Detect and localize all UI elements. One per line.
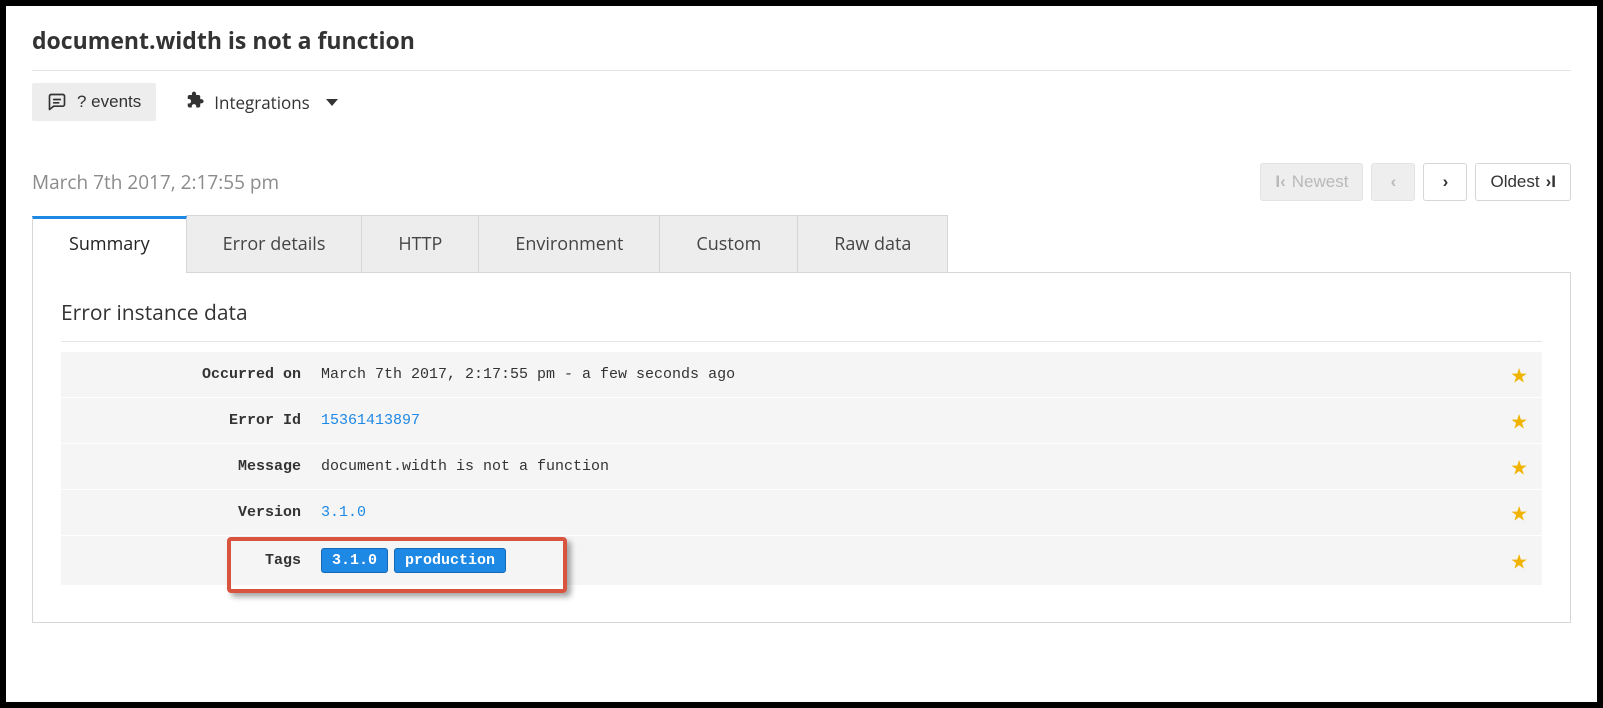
tag-pill[interactable]: production — [394, 548, 506, 573]
kv-row: Error Id15361413897★ — [61, 398, 1542, 444]
newest-button: I‹ Newest — [1260, 163, 1363, 201]
star-icon[interactable]: ★ — [1510, 361, 1528, 388]
star-icon[interactable]: ★ — [1510, 499, 1528, 526]
chat-icon — [47, 92, 67, 112]
kv-label: Occurred on — [61, 354, 321, 395]
tab-raw-data[interactable]: Raw data — [797, 215, 948, 272]
kv-list: Occurred onMarch 7th 2017, 2:17:55 pm - … — [61, 352, 1542, 586]
kv-row: Occurred onMarch 7th 2017, 2:17:55 pm - … — [61, 352, 1542, 398]
tab-custom[interactable]: Custom — [659, 215, 798, 272]
chevron-right-icon: › — [1443, 172, 1449, 192]
kv-row-tags: Tags3.1.0production★ — [61, 536, 1542, 586]
tab-summary[interactable]: Summary — [32, 216, 187, 273]
star-icon[interactable]: ★ — [1510, 547, 1528, 574]
kv-label: Message — [61, 446, 321, 487]
oldest-label: Oldest — [1490, 172, 1539, 192]
events-button[interactable]: ? events — [32, 83, 156, 121]
puzzle-icon — [184, 90, 204, 115]
chevron-down-icon — [326, 99, 338, 106]
kv-label: Error Id — [61, 400, 321, 441]
kv-row: Messagedocument.width is not a function★ — [61, 444, 1542, 490]
prev-button: ‹ — [1371, 163, 1415, 201]
kv-row: Version3.1.0★ — [61, 490, 1542, 536]
tag-pill[interactable]: 3.1.0 — [321, 548, 388, 573]
tabs: SummaryError detailsHTTPEnvironmentCusto… — [32, 215, 1571, 272]
first-icon: I‹ — [1275, 172, 1285, 192]
newest-label: Newest — [1292, 172, 1349, 192]
last-icon: ›I — [1546, 172, 1556, 192]
chevron-left-icon: ‹ — [1391, 172, 1397, 192]
events-label: ? events — [77, 92, 141, 112]
summary-panel: Error instance data Occurred onMarch 7th… — [32, 272, 1571, 623]
kv-value: March 7th 2017, 2:17:55 pm - a few secon… — [321, 354, 1542, 395]
integrations-dropdown[interactable]: Integrations — [184, 90, 338, 115]
oldest-button[interactable]: Oldest ›I — [1475, 163, 1571, 201]
timestamp: March 7th 2017, 2:17:55 pm — [32, 169, 279, 195]
toolbar: ? events Integrations — [32, 71, 1571, 131]
integrations-label: Integrations — [214, 91, 310, 114]
star-icon[interactable]: ★ — [1510, 407, 1528, 434]
kv-value: document.width is not a function — [321, 446, 1542, 487]
kv-value[interactable]: 15361413897 — [321, 400, 1542, 441]
tab-error-details[interactable]: Error details — [186, 215, 363, 272]
pager: I‹ Newest ‹ › Oldest ›I — [1260, 163, 1571, 201]
next-button[interactable]: › — [1423, 163, 1467, 201]
tab-http[interactable]: HTTP — [361, 215, 479, 272]
kv-value[interactable]: 3.1.0 — [321, 492, 1542, 533]
kv-label: Tags — [61, 540, 321, 581]
star-icon[interactable]: ★ — [1510, 453, 1528, 480]
panel-title: Error instance data — [61, 299, 1542, 342]
kv-label: Version — [61, 492, 321, 533]
tab-environment[interactable]: Environment — [478, 215, 660, 272]
tags-container: 3.1.0production — [321, 536, 1542, 585]
page-title: document.width is not a function — [32, 18, 1571, 70]
